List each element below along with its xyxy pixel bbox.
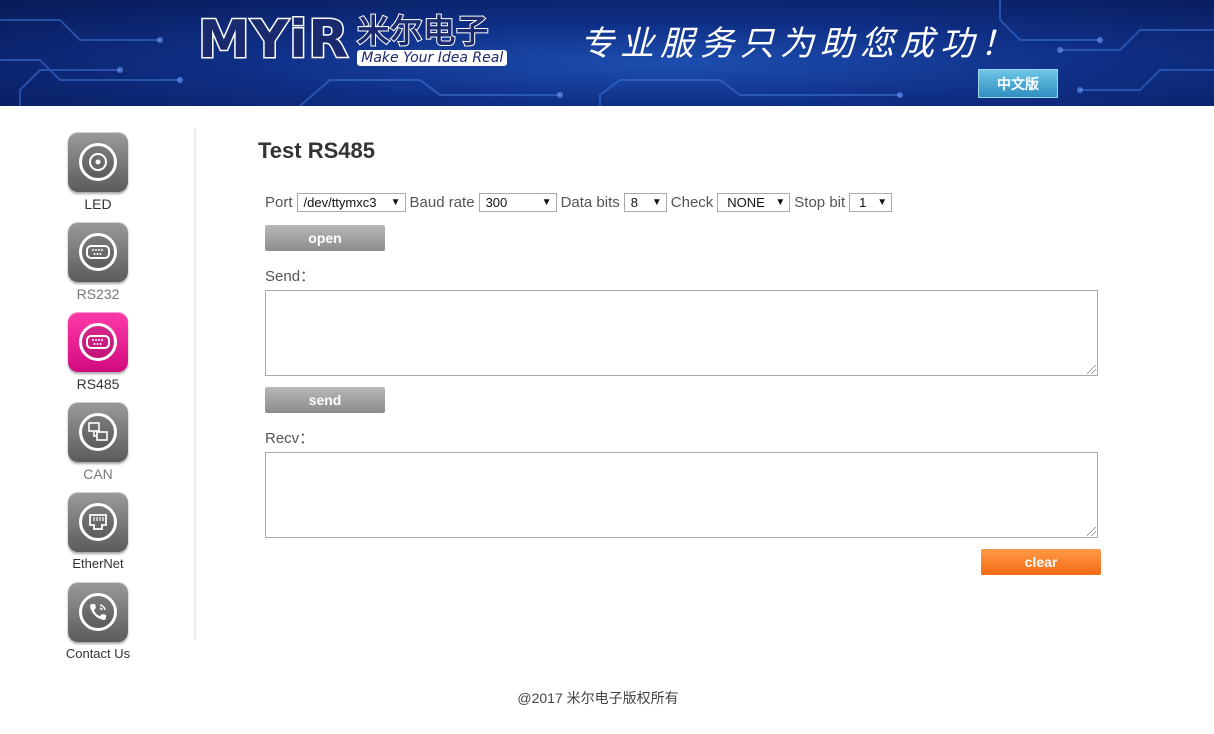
- baud-rate-select[interactable]: 300 ▼: [478, 192, 557, 212]
- resize-grip-icon[interactable]: [1087, 365, 1096, 374]
- send-textarea[interactable]: [265, 290, 1098, 376]
- dropdown-arrow-icon: ▼: [390, 196, 401, 208]
- dropdown-arrow-icon: ▼: [775, 196, 786, 208]
- phone-icon: [79, 593, 117, 631]
- clear-button[interactable]: clear: [981, 549, 1101, 575]
- sidebar-divider: [194, 128, 197, 640]
- logo-myir: MYiR: [196, 10, 350, 70]
- sidebar-item-label: CAN: [83, 466, 113, 482]
- ethernet-icon: [79, 503, 117, 541]
- stop-bit-label: Stop bit: [794, 193, 846, 211]
- page-title: Test RS485: [258, 138, 375, 163]
- led-icon: [79, 143, 117, 181]
- sidebar-item-label: LED: [84, 196, 112, 212]
- dropdown-arrow-icon: ▼: [877, 196, 888, 208]
- stop-bit-select[interactable]: 1 ▼: [849, 192, 893, 212]
- sidebar-item-can[interactable]: CAN: [60, 402, 136, 482]
- send-label: Send：: [265, 268, 316, 285]
- can-icon: [79, 413, 117, 451]
- port-select[interactable]: /dev/ttymxc3 ▼: [296, 192, 406, 212]
- check-select[interactable]: NONE ▼: [717, 192, 791, 212]
- slogan: 专业服务只为助您成功！: [580, 24, 1020, 64]
- sidebar-item-label: RS485: [76, 376, 120, 392]
- open-button[interactable]: open: [265, 225, 385, 251]
- data-bits-label: Data bits: [560, 193, 620, 211]
- sidebar-item-rs485[interactable]: RS485: [60, 312, 136, 392]
- sidebar-item-label: EtherNet: [72, 556, 124, 571]
- serial-port-icon: [79, 323, 117, 361]
- recv-textarea[interactable]: [265, 452, 1098, 538]
- logo-cn: 米尔电子: [356, 12, 490, 50]
- resize-grip-icon[interactable]: [1087, 527, 1096, 536]
- sidebar-item-contact[interactable]: Contact Us: [60, 582, 136, 662]
- serial-port-icon: [79, 233, 117, 271]
- recv-label: Recv：: [265, 430, 315, 447]
- logo-tagline: Make Your Idea Real: [357, 50, 508, 66]
- send-button[interactable]: send: [265, 387, 385, 413]
- dropdown-arrow-icon: ▼: [651, 196, 662, 208]
- serial-config-row: Port /dev/ttymxc3 ▼ Baud rate 300 ▼ Data b…: [265, 192, 896, 212]
- sidebar-item-led[interactable]: LED: [60, 132, 136, 212]
- sidebar-item-ethernet[interactable]: EtherNet: [60, 492, 136, 572]
- sidebar-item-rs232[interactable]: RS232: [60, 222, 136, 302]
- header-banner: MYiR 米尔电子 Make Your Idea Real 专业服务只为助您成功…: [0, 0, 1214, 106]
- baud-rate-label: Baud rate: [409, 193, 475, 211]
- language-button[interactable]: 中文版: [978, 69, 1058, 98]
- port-label: Port: [265, 193, 293, 211]
- check-label: Check: [670, 193, 714, 211]
- sidebar-item-label: Contact Us: [65, 646, 131, 661]
- sidebar-item-label: RS232: [76, 286, 120, 302]
- data-bits-select[interactable]: 8 ▼: [623, 192, 667, 212]
- footer-copyright: @2017 米尔电子版权所有: [517, 690, 679, 706]
- brand-logo: MYiR 米尔电子 Make Your Idea Real: [196, 10, 508, 70]
- dropdown-arrow-icon: ▼: [541, 196, 552, 208]
